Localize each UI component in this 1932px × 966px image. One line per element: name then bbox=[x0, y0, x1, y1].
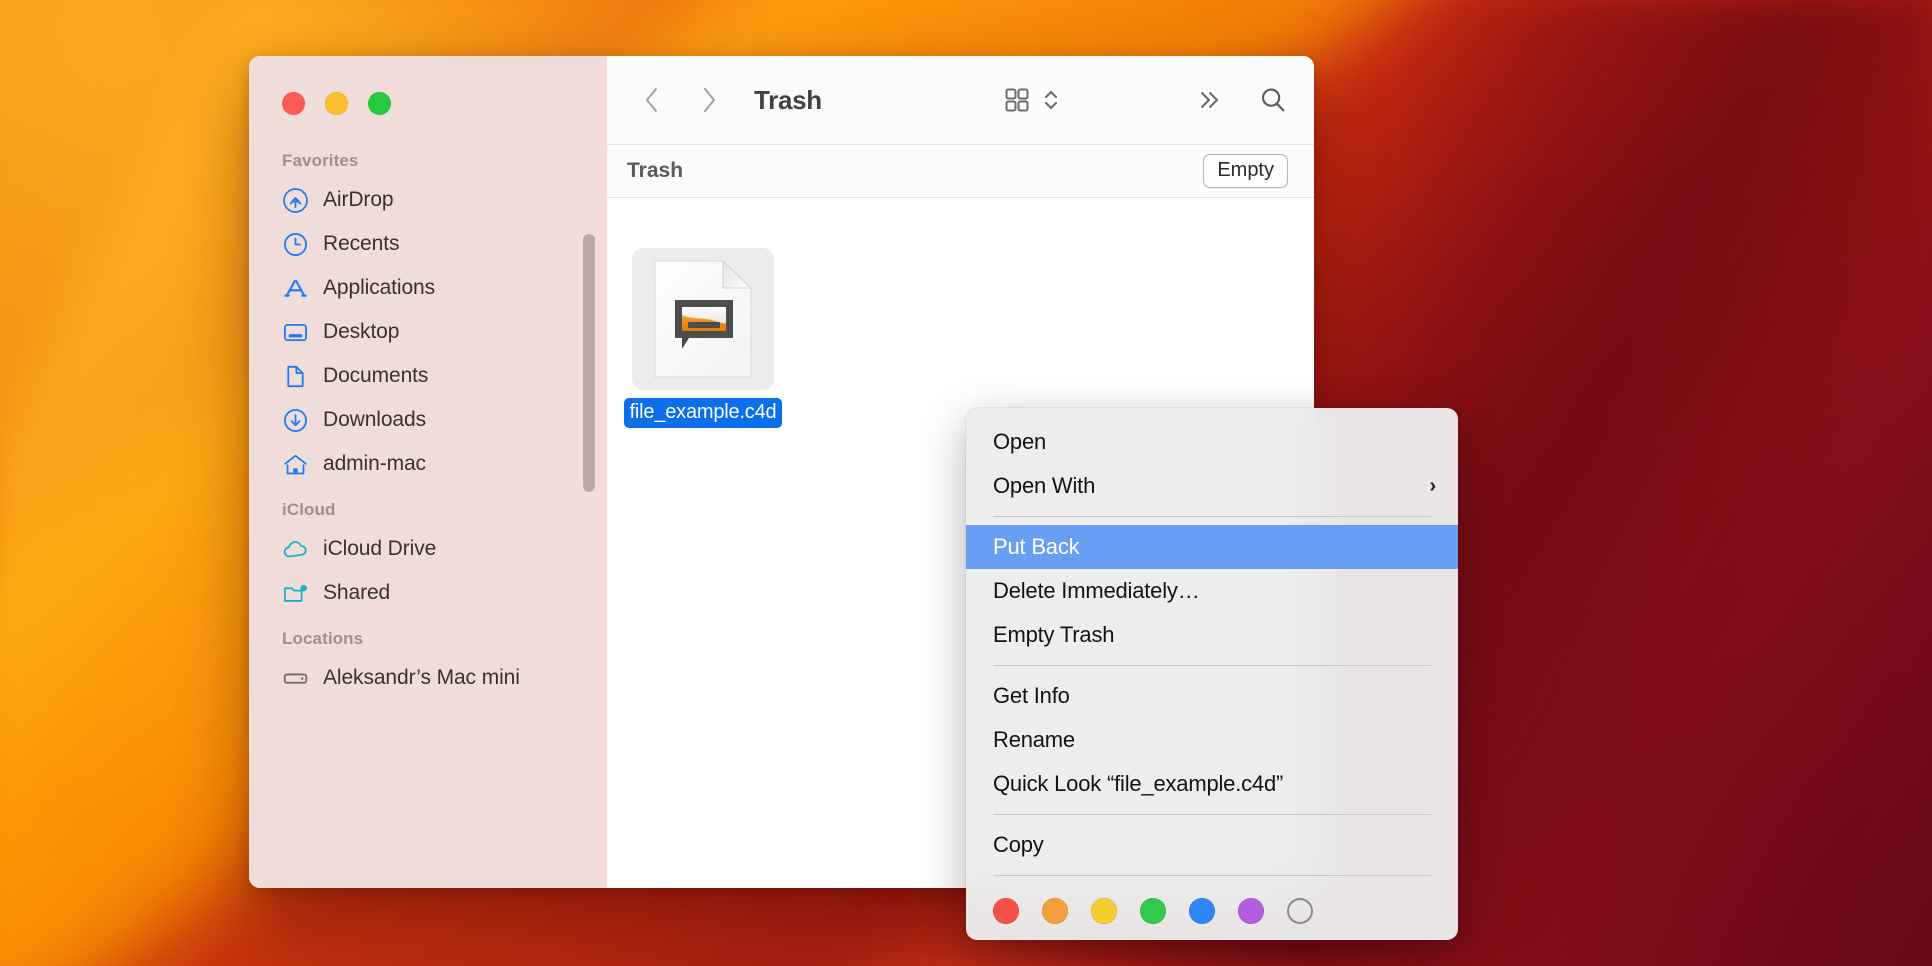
forward-button[interactable] bbox=[694, 83, 724, 117]
sidebar-item-airdrop[interactable]: AirDrop bbox=[249, 178, 607, 222]
window-controls bbox=[249, 56, 607, 115]
sidebar-item-label: iCloud Drive bbox=[323, 537, 437, 560]
sidebar-item-label: admin-mac bbox=[323, 452, 426, 475]
sidebar-item-label: AirDrop bbox=[323, 188, 394, 211]
menu-separator bbox=[993, 875, 1431, 876]
menu-item-label: Put Back bbox=[993, 534, 1080, 559]
menu-item-get-info[interactable]: Get Info bbox=[966, 674, 1458, 718]
sidebar-item-admin-mac[interactable]: admin-mac bbox=[249, 442, 607, 486]
menu-item-label: Get Info bbox=[993, 683, 1070, 708]
applications-icon bbox=[282, 275, 309, 302]
airdrop-icon bbox=[282, 187, 309, 214]
document-icon bbox=[282, 363, 309, 390]
file-item[interactable]: file_example.c4d bbox=[623, 248, 783, 428]
sidebar-section-icloud: iCloud bbox=[282, 500, 336, 519]
desktop-wallpaper: Favorites AirDrop Recents Applications D… bbox=[0, 0, 1932, 966]
sidebar-item-label: Shared bbox=[323, 581, 391, 604]
clock-icon bbox=[282, 231, 309, 258]
home-icon bbox=[282, 451, 309, 478]
menu-item-label: Quick Look “file_example.c4d” bbox=[993, 771, 1284, 796]
sidebar-item-documents[interactable]: Documents bbox=[249, 354, 607, 398]
cinema4d-document-icon bbox=[632, 248, 774, 390]
menu-item-open-with[interactable]: Open With › bbox=[966, 464, 1458, 508]
navigation-buttons bbox=[637, 83, 724, 117]
sidebar-item-label: Desktop bbox=[323, 320, 400, 343]
sidebar-item-applications[interactable]: Applications bbox=[249, 266, 607, 310]
tag-dot-yellow[interactable] bbox=[1091, 898, 1117, 924]
context-menu: Open Open With › Put Back Delete Immedia… bbox=[966, 408, 1458, 940]
page-title: Trash bbox=[754, 84, 822, 115]
menu-separator bbox=[993, 516, 1431, 517]
tag-dot-none[interactable] bbox=[1287, 898, 1313, 924]
menu-item-label: Copy bbox=[993, 832, 1044, 857]
menu-item-label: Open With bbox=[993, 473, 1096, 498]
sidebar-scroll-area: Favorites AirDrop Recents Applications D… bbox=[249, 115, 607, 700]
menu-item-rename[interactable]: Rename bbox=[966, 718, 1458, 762]
tag-color-row bbox=[966, 884, 1458, 926]
sidebar-item-label: Documents bbox=[323, 364, 429, 387]
sidebar-item-mac-mini[interactable]: Aleksandr’s Mac mini bbox=[249, 656, 607, 700]
menu-separator bbox=[993, 814, 1431, 815]
menu-item-copy[interactable]: Copy bbox=[966, 823, 1458, 867]
trash-header-bar: Trash Empty bbox=[607, 145, 1314, 198]
sidebar-item-recents[interactable]: Recents bbox=[249, 222, 607, 266]
sidebar-item-label: Applications bbox=[323, 276, 436, 299]
menu-item-label: Rename bbox=[993, 727, 1075, 752]
sidebar-item-label: Recents bbox=[323, 232, 400, 255]
tag-dot-green[interactable] bbox=[1140, 898, 1166, 924]
sidebar-item-label: Downloads bbox=[323, 408, 426, 431]
menu-item-delete-immediately[interactable]: Delete Immediately… bbox=[966, 569, 1458, 613]
chevron-up-down-icon[interactable] bbox=[1036, 83, 1066, 117]
toolbar-right-group bbox=[1002, 83, 1288, 117]
trash-bar-title: Trash bbox=[627, 159, 684, 182]
toolbar: Trash bbox=[607, 56, 1314, 145]
menu-item-quick-look[interactable]: Quick Look “file_example.c4d” bbox=[966, 762, 1458, 806]
sidebar-section-favorites: Favorites bbox=[282, 151, 359, 170]
sidebar-item-shared[interactable]: Shared bbox=[249, 571, 607, 615]
search-icon[interactable] bbox=[1258, 83, 1288, 117]
shared-folder-icon bbox=[282, 580, 309, 607]
close-button[interactable] bbox=[282, 92, 305, 115]
menu-item-label: Open bbox=[993, 429, 1047, 454]
menu-separator bbox=[993, 665, 1431, 666]
menu-item-open[interactable]: Open bbox=[966, 420, 1458, 464]
tag-dot-orange[interactable] bbox=[1042, 898, 1068, 924]
tag-dot-purple[interactable] bbox=[1238, 898, 1264, 924]
sidebar-item-desktop[interactable]: Desktop bbox=[249, 310, 607, 354]
menu-item-label: Empty Trash bbox=[993, 622, 1115, 647]
sidebar: Favorites AirDrop Recents Applications D… bbox=[249, 56, 607, 888]
double-chevron-right-icon[interactable] bbox=[1194, 83, 1224, 117]
tag-dot-red[interactable] bbox=[993, 898, 1019, 924]
menu-item-label: Delete Immediately… bbox=[993, 578, 1200, 603]
sidebar-section-locations: Locations bbox=[282, 629, 364, 648]
sidebar-item-label: Aleksandr’s Mac mini bbox=[323, 666, 520, 689]
sidebar-item-icloud-drive[interactable]: iCloud Drive bbox=[249, 527, 607, 571]
download-icon bbox=[282, 407, 309, 434]
tag-dot-blue[interactable] bbox=[1189, 898, 1215, 924]
sidebar-item-downloads[interactable]: Downloads bbox=[249, 398, 607, 442]
grid-view-icon[interactable] bbox=[1002, 83, 1032, 117]
cloud-icon bbox=[282, 536, 309, 563]
empty-trash-button[interactable]: Empty bbox=[1203, 154, 1288, 188]
file-name-label[interactable]: file_example.c4d bbox=[623, 398, 783, 428]
menu-item-put-back[interactable]: Put Back bbox=[966, 525, 1458, 569]
mac-mini-icon bbox=[282, 665, 309, 692]
sidebar-scrollbar[interactable] bbox=[583, 234, 595, 492]
back-button[interactable] bbox=[637, 83, 667, 117]
minimize-button[interactable] bbox=[325, 92, 348, 115]
chevron-right-icon: › bbox=[1429, 474, 1437, 497]
maximize-button[interactable] bbox=[368, 92, 391, 115]
desktop-icon bbox=[282, 319, 309, 346]
menu-item-empty-trash[interactable]: Empty Trash bbox=[966, 613, 1458, 657]
